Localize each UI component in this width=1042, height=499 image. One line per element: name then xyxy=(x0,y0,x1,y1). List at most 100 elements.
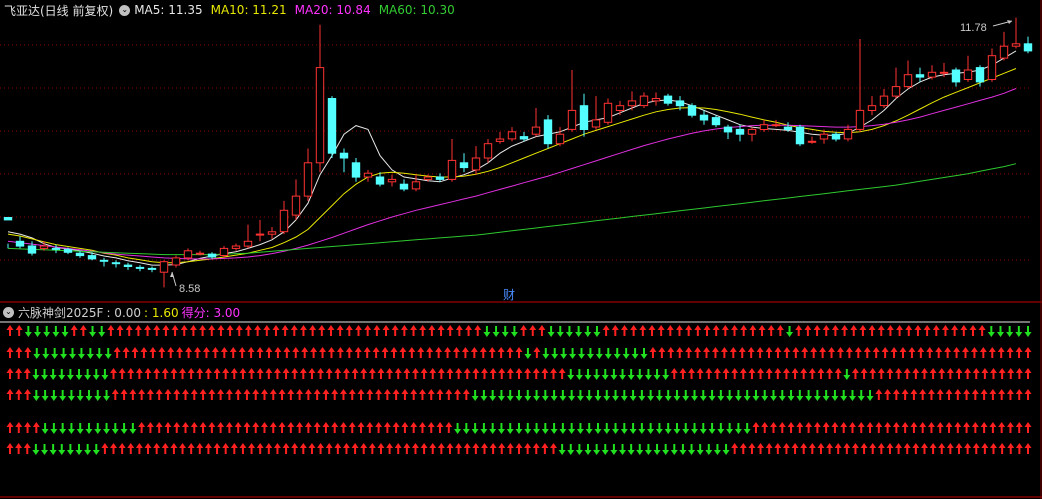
candle[interactable] xyxy=(87,255,97,260)
candle[interactable] xyxy=(363,172,373,178)
candle[interactable] xyxy=(963,69,973,80)
candle[interactable] xyxy=(687,105,697,116)
ma-legend-item[interactable]: MA20: 10.84 xyxy=(295,3,371,17)
candle[interactable] xyxy=(435,176,445,180)
candle[interactable] xyxy=(183,250,193,259)
candle[interactable] xyxy=(843,128,853,140)
candle[interactable] xyxy=(243,240,253,247)
candle[interactable] xyxy=(159,261,169,273)
candle[interactable] xyxy=(111,262,121,265)
candle[interactable] xyxy=(339,152,349,159)
candle[interactable] xyxy=(567,109,577,130)
circle-chevron-icon[interactable]: ⌄ xyxy=(119,4,131,16)
candle[interactable] xyxy=(903,74,913,88)
candle[interactable] xyxy=(831,133,841,140)
ma-legend-item[interactable]: MA60: 10.30 xyxy=(379,3,455,17)
candle[interactable] xyxy=(579,105,589,130)
candle[interactable] xyxy=(387,178,397,183)
security-title[interactable]: 飞亚达(日线 前复权) xyxy=(4,2,113,19)
candle[interactable] xyxy=(63,248,73,253)
candle[interactable] xyxy=(315,67,325,164)
candle[interactable] xyxy=(483,143,493,159)
candle[interactable] xyxy=(651,98,661,102)
candle[interactable] xyxy=(891,86,901,97)
candle[interactable] xyxy=(771,124,781,127)
candle[interactable] xyxy=(231,245,241,249)
candle[interactable] xyxy=(123,264,133,268)
candle[interactable] xyxy=(639,95,649,107)
candle[interactable] xyxy=(711,117,721,126)
candle[interactable] xyxy=(1011,43,1021,47)
candle[interactable] xyxy=(747,128,757,135)
candle[interactable] xyxy=(303,162,313,197)
candle[interactable] xyxy=(783,126,793,130)
candle[interactable] xyxy=(759,124,769,130)
candle[interactable] xyxy=(27,245,37,254)
candle[interactable] xyxy=(591,119,601,128)
candle[interactable] xyxy=(423,176,433,180)
red-up-arrow-icon xyxy=(892,389,900,400)
candle[interactable] xyxy=(39,245,49,249)
candle[interactable] xyxy=(531,126,541,135)
candle[interactable] xyxy=(375,176,385,185)
candle[interactable] xyxy=(15,240,25,247)
candle[interactable] xyxy=(1023,43,1033,52)
green-down-arrow-icon xyxy=(743,390,751,401)
candle[interactable] xyxy=(663,95,673,104)
candle[interactable] xyxy=(543,119,553,145)
candle[interactable] xyxy=(519,136,529,140)
candle[interactable] xyxy=(855,109,865,130)
candle[interactable] xyxy=(795,126,805,145)
candle[interactable] xyxy=(99,259,109,262)
candle[interactable] xyxy=(615,105,625,111)
ma-legend-item[interactable]: MA10: 11.21 xyxy=(211,3,287,17)
candle[interactable] xyxy=(291,195,301,216)
candle[interactable] xyxy=(255,233,265,236)
candle[interactable] xyxy=(555,133,565,145)
candle[interactable] xyxy=(735,128,745,135)
candle[interactable] xyxy=(495,138,505,142)
candle[interactable] xyxy=(207,253,217,258)
candle[interactable] xyxy=(219,247,229,256)
candle[interactable] xyxy=(51,247,61,250)
kline-chart[interactable]: 11.78 8.58 财 xyxy=(0,0,1042,499)
candle[interactable] xyxy=(987,55,997,80)
candle[interactable] xyxy=(807,140,817,143)
candle[interactable] xyxy=(267,231,277,235)
candle[interactable] xyxy=(879,95,889,107)
ma-legend-item[interactable]: MA5: 11.35 xyxy=(134,3,202,17)
finance-marker[interactable]: 财 xyxy=(503,288,515,302)
candle[interactable] xyxy=(471,157,481,171)
candle[interactable] xyxy=(447,159,457,180)
candle[interactable] xyxy=(723,126,733,133)
candle[interactable] xyxy=(399,183,409,190)
candle[interactable] xyxy=(351,162,361,178)
candle[interactable] xyxy=(135,266,145,269)
candle[interactable] xyxy=(915,74,925,78)
candle[interactable] xyxy=(75,252,85,257)
candle[interactable] xyxy=(627,100,637,107)
indicator-title[interactable]: 六脉神剑2025F xyxy=(18,304,103,321)
candle[interactable] xyxy=(507,131,517,140)
candle[interactable] xyxy=(171,257,181,266)
candle[interactable] xyxy=(699,114,709,121)
candle[interactable] xyxy=(927,71,937,78)
candle[interactable] xyxy=(3,217,13,221)
candle[interactable] xyxy=(147,267,157,270)
candle[interactable] xyxy=(819,133,829,140)
candle[interactable] xyxy=(975,67,985,83)
candlesticks[interactable] xyxy=(3,17,1033,288)
circle-chevron-icon[interactable]: ⌄ xyxy=(3,306,14,318)
candle[interactable] xyxy=(603,102,613,123)
candle[interactable] xyxy=(939,71,949,74)
candle[interactable] xyxy=(675,100,685,107)
candle[interactable] xyxy=(195,252,205,255)
candle[interactable] xyxy=(279,209,289,233)
candle[interactable] xyxy=(867,105,877,111)
candle[interactable] xyxy=(951,69,961,83)
candle[interactable] xyxy=(999,45,1009,59)
candle[interactable] xyxy=(327,98,337,154)
red-up-arrow-icon xyxy=(1007,443,1015,454)
candle[interactable] xyxy=(411,181,421,190)
candle[interactable] xyxy=(459,162,469,169)
